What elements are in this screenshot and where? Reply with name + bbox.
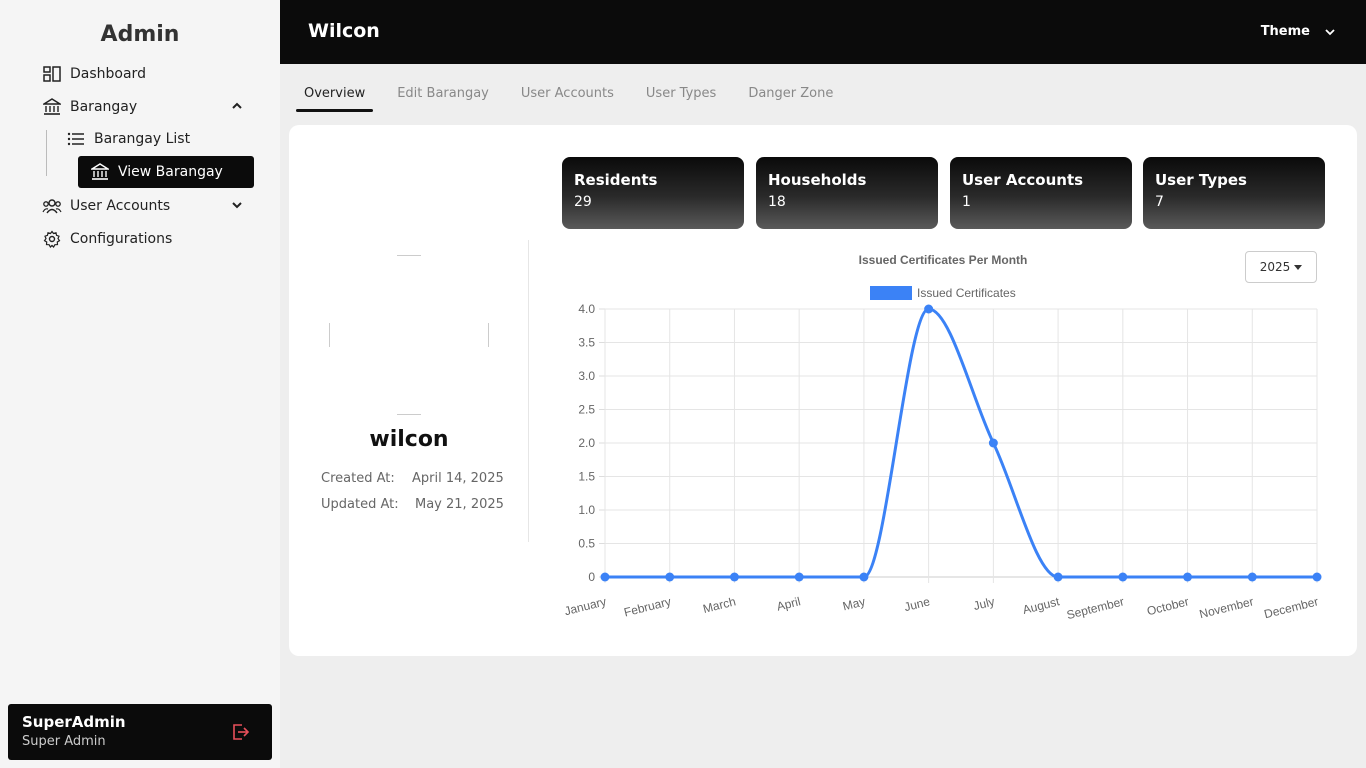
updated-at-label: Updated At: (321, 497, 399, 512)
chart-title: Issued Certificates Per Month (859, 253, 1028, 267)
data-point (729, 572, 739, 582)
list-icon (66, 129, 86, 149)
sidebar-item-dashboard[interactable]: Dashboard (42, 57, 252, 90)
y-tick-label: 2.0 (578, 436, 595, 450)
stat-card-user-types: User Types 7 (1143, 157, 1325, 229)
stat-label: User Types (1155, 171, 1247, 189)
user-name: SuperAdmin (22, 713, 126, 731)
chevron-up-icon (232, 102, 242, 109)
x-tick-label: September (1065, 594, 1125, 622)
tab-edit-barangay[interactable]: Edit Barangay (389, 80, 497, 112)
sidebar-subitem-label: Barangay List (94, 131, 191, 147)
x-tick-label: December (1263, 594, 1320, 621)
data-point (1183, 572, 1193, 582)
x-tick-label: June (903, 594, 932, 614)
data-point (924, 304, 934, 314)
data-point (600, 572, 610, 582)
stat-label: User Accounts (962, 171, 1084, 189)
y-tick-label: 1.5 (578, 470, 595, 484)
barangay-profile: wilcon Created At: April 14, 2025 Update… (289, 240, 529, 542)
data-point (794, 572, 804, 582)
stat-card-user-accounts: User Accounts 1 (950, 157, 1132, 229)
sidebar-subitem-view-barangay[interactable]: View Barangay (78, 156, 254, 188)
y-tick-label: 4.0 (578, 302, 595, 316)
stat-value: 1 (962, 194, 971, 210)
legend-swatch (870, 286, 912, 300)
tab-danger-zone[interactable]: Danger Zone (740, 80, 841, 112)
sidebar-subitem-barangay-list[interactable]: Barangay List (66, 123, 190, 155)
stat-value: 7 (1155, 194, 1164, 210)
chevron-down-icon (1325, 28, 1335, 35)
issued-certificates-chart: Issued Certificates Per Month Issued Cert… (563, 253, 1322, 622)
x-tick-label: April (775, 594, 802, 613)
stat-card-households: Households 18 (756, 157, 938, 229)
submenu-divider (46, 130, 47, 176)
data-point (1312, 572, 1322, 582)
user-role: Super Admin (22, 734, 106, 749)
bank-icon (42, 97, 62, 117)
gear-icon (42, 229, 62, 249)
created-at-value: April 14, 2025 (412, 471, 504, 486)
sidebar-item-user-accounts[interactable]: User Accounts (42, 189, 252, 222)
sidebar-item-label: User Accounts (70, 197, 171, 214)
overview-card: wilcon Created At: April 14, 2025 Update… (289, 125, 1357, 656)
chevron-down-icon (232, 202, 242, 209)
y-tick-label: 2.5 (578, 403, 595, 417)
tab-overview[interactable]: Overview (296, 80, 374, 112)
sidebar-item-label: Dashboard (70, 65, 146, 82)
y-tick-label: 3.5 (578, 336, 595, 350)
tab-user-accounts[interactable]: User Accounts (513, 80, 622, 112)
theme-label: Theme (1260, 24, 1310, 39)
stat-value: 18 (768, 194, 786, 210)
stat-value: 29 (574, 194, 592, 210)
x-tick-label: March (701, 594, 737, 616)
data-point (1118, 572, 1128, 582)
updated-at-value: May 21, 2025 (415, 497, 504, 512)
sidebar-item-label: Configurations (70, 230, 173, 247)
topbar: Wilcon Theme (280, 0, 1366, 64)
x-tick-label: October (1145, 594, 1190, 618)
y-tick-label: 0 (588, 570, 595, 584)
logout-icon[interactable] (230, 722, 250, 742)
x-tick-label: November (1198, 594, 1255, 621)
created-at: Created At: April 14, 2025 (321, 471, 504, 486)
legend-label: Issued Certificates (917, 286, 1016, 300)
x-tick-label: May (841, 594, 866, 613)
barangay-logo (329, 255, 489, 415)
y-tick-label: 1.0 (578, 503, 595, 517)
data-point (859, 572, 869, 582)
dashboard-icon (42, 64, 62, 84)
sidebar-item-label: Barangay (70, 98, 138, 115)
sidebar-item-barangay[interactable]: Barangay (42, 90, 252, 123)
y-tick-label: 3.0 (578, 369, 595, 383)
y-tick-label: 0.5 (578, 537, 595, 551)
data-point (1247, 572, 1257, 582)
x-tick-label: August (1021, 594, 1061, 617)
tab-bar: Overview Edit Barangay User Accounts Use… (296, 80, 857, 112)
sidebar: Admin Dashboard Barangay Barangay List V… (0, 0, 280, 768)
x-tick-label: February (622, 594, 672, 619)
users-icon (42, 196, 62, 216)
sidebar-item-configurations[interactable]: Configurations (42, 222, 252, 255)
stat-label: Households (768, 171, 867, 189)
sidebar-brand: Admin (100, 22, 180, 47)
updated-at: Updated At: May 21, 2025 (321, 497, 504, 512)
user-card: SuperAdmin Super Admin (8, 704, 272, 760)
data-point (1053, 572, 1063, 582)
barangay-name: wilcon (369, 427, 449, 452)
stat-card-residents: Residents 29 (562, 157, 744, 229)
theme-dropdown[interactable]: Theme (1261, 24, 1336, 39)
bank-icon (90, 162, 110, 182)
x-tick-label: July (972, 594, 996, 613)
stat-label: Residents (574, 171, 658, 189)
created-at-label: Created At: (321, 471, 395, 486)
sidebar-subitem-label: View Barangay (118, 164, 223, 180)
tab-user-types[interactable]: User Types (638, 80, 724, 112)
data-point (988, 438, 998, 448)
data-point (665, 572, 675, 582)
x-tick-label: January (563, 594, 608, 618)
page-title: Wilcon (308, 20, 380, 42)
